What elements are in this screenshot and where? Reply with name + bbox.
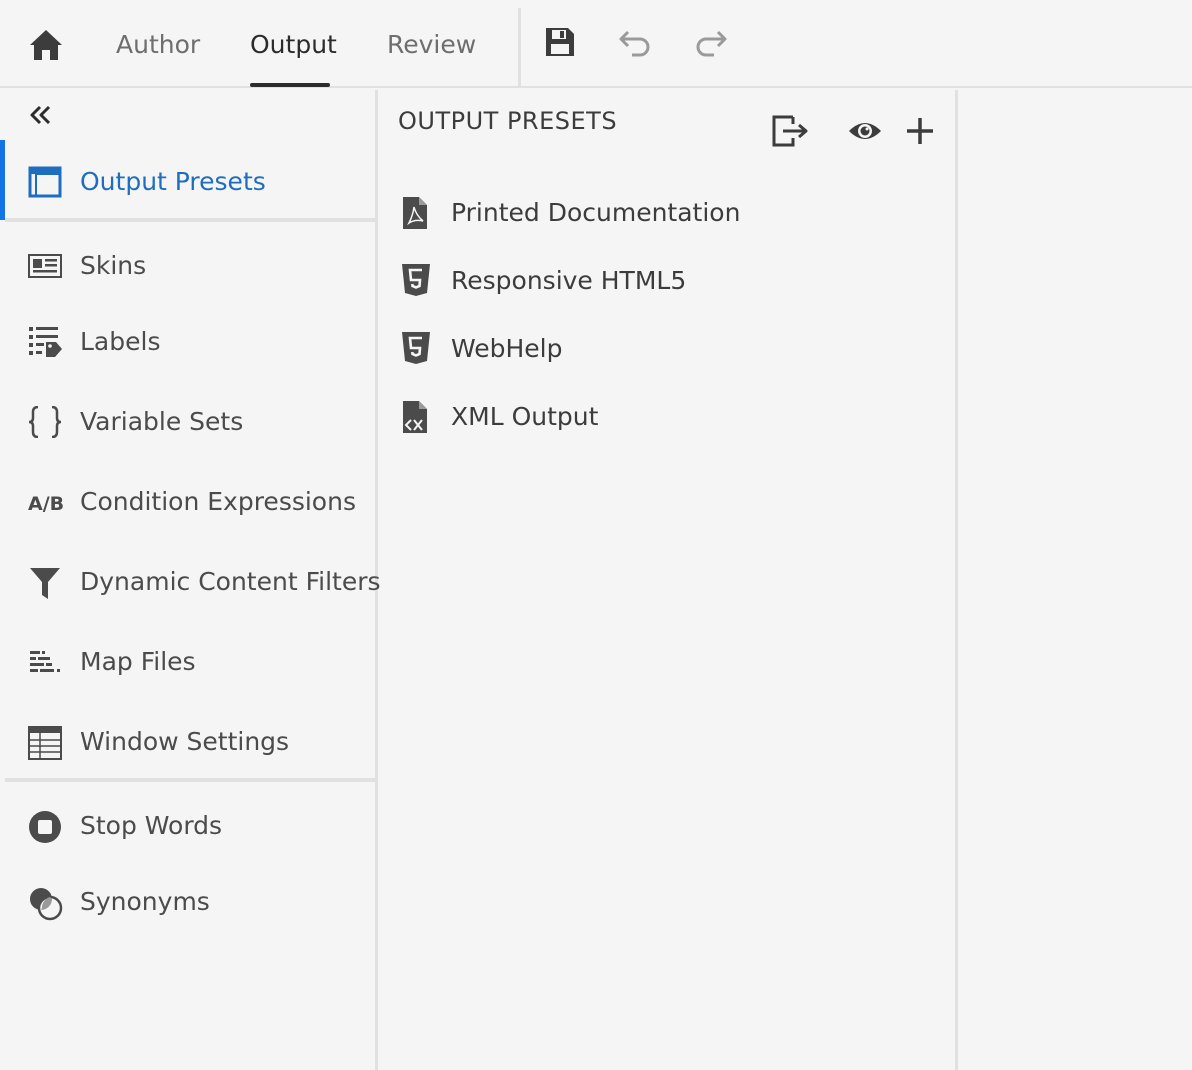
tab-review[interactable]: Review [387,28,476,64]
preset-item-xml-output[interactable]: XML Output [381,389,941,445]
output-presets-panel: OUTPUT PRESETS Printed Documentation Res… [381,90,958,1070]
save-button[interactable] [544,26,578,60]
export-icon [772,115,808,147]
redo-button[interactable] [694,26,728,60]
sidebar-item-label: Variable Sets [80,407,244,436]
tab-author[interactable]: Author [116,28,200,64]
skins-icon [28,250,62,282]
sidebar-item-label: Labels [80,327,161,356]
output-presets-icon [28,166,62,198]
html5-icon [401,263,431,299]
map-files-icon [28,646,62,678]
sidebar-item-label: Condition Expressions [80,487,356,516]
sidebar-item-skins[interactable]: Skins [0,236,375,296]
sidebar-divider [5,778,375,782]
labels-icon [28,326,62,358]
sidebar-item-label: Skins [80,251,147,280]
top-toolbar: Author Output Review [0,0,1192,88]
active-tab-indicator [250,83,330,87]
pdf-file-icon [401,195,431,231]
table-icon [28,726,62,760]
sidebar-item-stop-words[interactable]: Stop Words [0,796,375,856]
synonyms-icon [28,886,63,921]
preset-item-responsive-html5[interactable]: Responsive HTML5 [381,253,941,309]
app-root: Author Output Review Output Presets Skin… [0,0,1192,1070]
plus-icon [907,118,933,144]
left-sidebar: Output Presets Skins Labels Variable Set… [0,90,381,1070]
sidebar-item-label: Synonyms [80,887,210,916]
sidebar-item-dynamic-content-filters[interactable]: Dynamic Content Filters [0,552,381,612]
xml-file-icon [401,399,431,435]
preview-preset-button[interactable] [847,114,887,150]
preset-label: Responsive HTML5 [451,266,687,295]
sidebar-item-output-presets[interactable]: Output Presets [0,152,375,212]
sidebar-item-condition-expressions[interactable]: A/B Condition Expressions [0,472,375,532]
double-chevron-left-icon [30,105,51,125]
eye-icon [849,123,881,139]
home-button[interactable] [28,28,64,62]
sidebar-item-map-files[interactable]: Map Files [0,632,375,692]
preset-label: WebHelp [451,334,563,363]
sidebar-item-label: Map Files [80,647,196,676]
undo-icon [619,30,650,57]
sidebar-item-labels[interactable]: Labels [0,312,375,372]
svg-text:A/B: A/B [28,493,64,515]
sidebar-item-label: Stop Words [80,811,223,840]
add-preset-button[interactable] [905,114,945,150]
undo-button[interactable] [618,26,652,60]
funnel-icon [28,566,62,599]
editor-area [961,90,1192,1070]
toolbar-divider [518,8,521,86]
preset-label: XML Output [451,402,599,431]
sidebar-item-window-settings[interactable]: Window Settings [0,712,375,772]
preset-item-webhelp[interactable]: WebHelp [381,321,941,377]
collapse-sidebar-button[interactable] [28,102,54,128]
sidebar-item-label: Window Settings [80,727,290,756]
preset-item-printed-documentation[interactable]: Printed Documentation [381,185,941,241]
home-icon [30,30,62,60]
braces-icon [28,406,62,438]
html5-icon [401,331,431,367]
tab-output[interactable]: Output [250,28,337,64]
save-icon [546,28,574,56]
panel-title: OUTPUT PRESETS [398,107,618,135]
sidebar-item-synonyms[interactable]: Synonyms [0,872,375,932]
stop-icon [28,810,62,843]
sidebar-item-label: Dynamic Content Filters [80,567,381,596]
export-preset-button[interactable] [771,114,811,150]
ab-icon: A/B [28,486,64,518]
sidebar-item-variable-sets[interactable]: Variable Sets [0,392,375,452]
preset-label: Printed Documentation [451,198,741,227]
redo-icon [696,30,727,57]
sidebar-divider [5,218,375,222]
sidebar-item-label: Output Presets [80,167,266,196]
